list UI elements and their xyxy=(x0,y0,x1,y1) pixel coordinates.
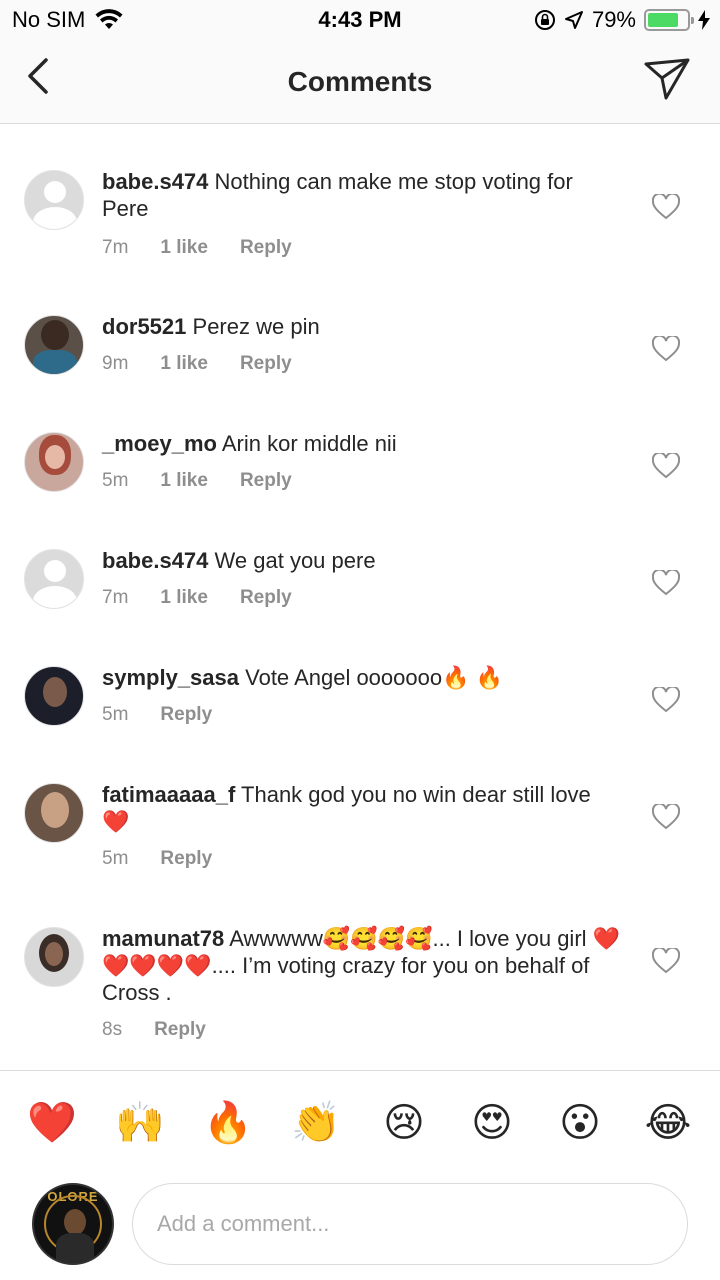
avatar[interactable] xyxy=(24,666,84,726)
comment-username[interactable]: babe.s474 xyxy=(102,169,208,194)
comment-text-block: symply_sasa Vote Angel ooooooo🔥 🔥 xyxy=(102,664,622,691)
avatar-photo-body xyxy=(33,350,77,374)
emoji-tears-of-joy[interactable]: 😂 xyxy=(640,1099,696,1147)
comment-input[interactable] xyxy=(132,1183,688,1265)
comment-age: 5m xyxy=(102,848,129,869)
composer-bar: ❤️ 🙌 🔥 👏 😢 😍 😮 😂 OLORE xyxy=(0,1070,720,1280)
nav-bar: Comments xyxy=(0,40,720,124)
comment-age: 5m xyxy=(102,704,129,725)
page-title: Comments xyxy=(287,66,433,97)
avatar[interactable] xyxy=(24,170,84,230)
avatar[interactable] xyxy=(24,549,84,609)
emoji-surprised-face[interactable]: 😮 xyxy=(552,1099,608,1147)
send-icon[interactable] xyxy=(642,54,692,104)
comment-age: 9m xyxy=(102,353,129,374)
reply-button[interactable]: Reply xyxy=(240,237,292,259)
emoji-red-heart[interactable]: ❤️ xyxy=(24,1099,80,1147)
comment-username[interactable]: fatimaaaaa_f xyxy=(102,782,235,807)
battery-level xyxy=(648,13,679,27)
avatar-photo xyxy=(41,792,69,828)
comment-text-block: _moey_mo Arin kor middle nii xyxy=(102,430,622,457)
comment-text-block: fatimaaaaa_f Thank god you no win dear s… xyxy=(102,781,622,835)
avatar-photo xyxy=(41,320,69,350)
comment-age: 5m xyxy=(102,470,129,491)
reply-button[interactable]: Reply xyxy=(240,470,292,492)
reply-button[interactable]: Reply xyxy=(240,353,292,375)
avatar[interactable] xyxy=(24,432,84,492)
avatar-photo xyxy=(64,1209,86,1235)
reply-button[interactable]: Reply xyxy=(240,587,292,609)
battery-icon xyxy=(644,9,694,31)
comment-username[interactable]: _moey_mo xyxy=(102,431,217,456)
avatar-photo-face xyxy=(45,942,63,966)
heart-icon[interactable] xyxy=(652,687,680,713)
emoji-fire[interactable]: 🔥 xyxy=(200,1099,256,1147)
comment-body: Vote Angel ooooooo🔥 🔥 xyxy=(245,665,503,690)
heart-icon[interactable] xyxy=(652,194,680,220)
heart-icon[interactable] xyxy=(652,948,680,974)
comment-likes[interactable]: 1 like xyxy=(160,587,208,609)
avatar-photo xyxy=(43,677,67,707)
comment-age: 7m xyxy=(102,587,129,608)
comment-age: 8s xyxy=(102,1019,123,1040)
heart-icon[interactable] xyxy=(652,336,680,362)
location-icon xyxy=(564,11,583,29)
avatar-photo-face xyxy=(45,445,65,469)
reply-button[interactable]: Reply xyxy=(160,704,212,726)
battery-percent: 79% xyxy=(591,7,636,32)
comment-text-block: babe.s474 We gat you pere xyxy=(102,547,622,574)
comment-username[interactable]: dor5521 xyxy=(102,314,186,339)
comment-likes[interactable]: 1 like xyxy=(160,237,208,259)
avatar[interactable] xyxy=(24,315,84,375)
comment-username[interactable]: symply_sasa xyxy=(102,665,239,690)
heart-icon[interactable] xyxy=(652,453,680,479)
reply-button[interactable]: Reply xyxy=(160,848,212,870)
comment-meta: 5m Reply xyxy=(102,848,212,870)
charging-bolt-icon xyxy=(698,10,710,30)
comment-meta: 8s Reply xyxy=(102,1019,206,1041)
emoji-raised-hands[interactable]: 🙌 xyxy=(112,1099,168,1147)
reply-button[interactable]: Reply xyxy=(154,1019,206,1041)
comment-likes[interactable]: 1 like xyxy=(160,470,208,492)
emoji-crying-face[interactable]: 😢 xyxy=(376,1099,432,1147)
emoji-clapping-hands[interactable]: 👏 xyxy=(288,1099,344,1147)
comment-username[interactable]: babe.s474 xyxy=(102,548,208,573)
comment-age: 7m xyxy=(102,237,129,258)
avatar[interactable] xyxy=(24,783,84,843)
comment-text-block: dor5521 Perez we pin xyxy=(102,313,622,340)
heart-icon[interactable] xyxy=(652,570,680,596)
current-user-avatar[interactable]: OLORE xyxy=(32,1183,114,1265)
comment-meta: 5m Reply xyxy=(102,704,212,726)
avatar[interactable] xyxy=(24,927,84,987)
comment-username[interactable]: mamunat78 xyxy=(102,926,224,951)
comment-text-block: babe.s474 Nothing can make me stop votin… xyxy=(102,168,622,222)
comment-text-block: mamunat78 Awwwww🥰🥰🥰🥰... I love you girl … xyxy=(102,925,622,1006)
comment-body: Perez we pin xyxy=(192,314,320,339)
rotation-lock-icon xyxy=(534,10,555,30)
comment-body: We gat you pere xyxy=(214,548,376,573)
comment-meta: 9m 1 like Reply xyxy=(102,353,292,375)
status-bar: No SIM 4:43 PM 79% xyxy=(0,0,720,40)
comment-meta: 7m 1 like Reply xyxy=(102,587,292,609)
comment-meta: 5m 1 like Reply xyxy=(102,470,292,492)
comment-meta: 7m 1 like Reply xyxy=(102,237,292,259)
comment-body: Arin kor middle nii xyxy=(221,431,397,456)
avatar-photo-body xyxy=(56,1233,94,1263)
comment-likes[interactable]: 1 like xyxy=(160,353,208,375)
heart-icon[interactable] xyxy=(652,804,680,830)
emoji-heart-eyes[interactable]: 😍 xyxy=(464,1099,520,1147)
